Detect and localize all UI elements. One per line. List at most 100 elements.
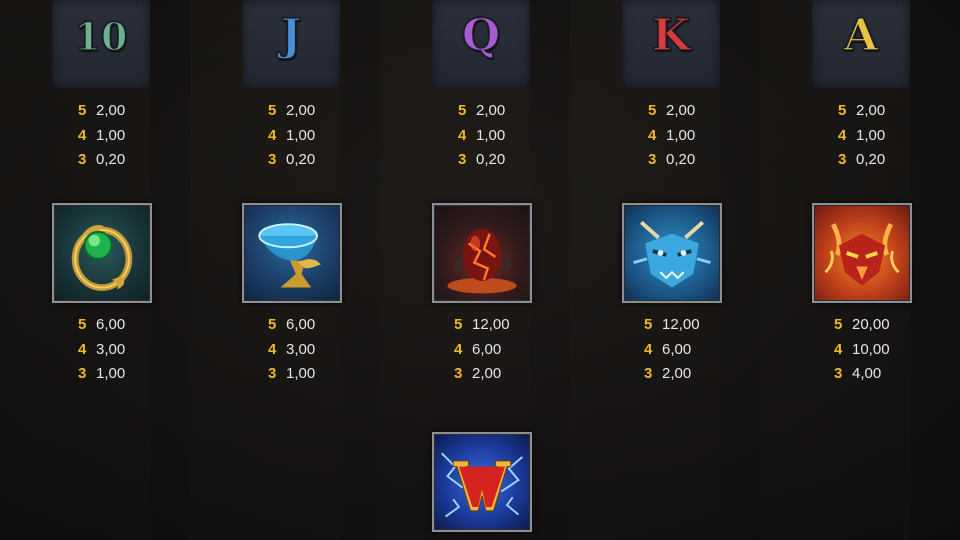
pay-row: 4 1,00 <box>648 124 768 149</box>
pay-row: 5 2,00 <box>648 99 768 124</box>
pay-value: 2,00 <box>476 102 506 119</box>
pay-value: 1,00 <box>286 126 316 144</box>
pay-value: 6,00 <box>472 340 502 358</box>
pay-value: 2,00 <box>96 102 126 119</box>
pay-row: 4 6,00 <box>454 338 574 363</box>
golden-chalice-icon <box>258 223 321 288</box>
pay-row: 3 1,00 <box>78 362 198 387</box>
pay-value: 6,00 <box>286 316 316 333</box>
pay-row: 4 1,00 <box>838 124 958 149</box>
pay-row: 3 2,00 <box>644 362 764 387</box>
paytable-ten: 5 2,00 4 1,00 3 0,20 <box>78 99 198 173</box>
green-gem-ring-icon <box>71 225 133 291</box>
pay-row: 3 0,20 <box>78 148 198 173</box>
pay-value: 0,20 <box>96 151 126 168</box>
pay-row: 3 0,20 <box>838 148 958 173</box>
pay-count: 5 <box>78 102 87 119</box>
pay-count: 4 <box>644 340 653 358</box>
pay-row: 3 0,20 <box>458 148 578 173</box>
pay-value: 4,00 <box>852 365 882 382</box>
pay-value: 1,00 <box>96 126 126 144</box>
pay-count: 3 <box>838 151 847 168</box>
pay-count: 4 <box>78 340 87 358</box>
queen-symbol-icon: Q <box>461 9 501 62</box>
pay-count: 4 <box>838 126 847 144</box>
pay-value: 2,00 <box>666 102 696 119</box>
pay-row: 5 12,00 <box>644 313 764 338</box>
pay-value: 1,00 <box>856 126 886 144</box>
lightning-icon <box>441 452 523 518</box>
pay-row: 3 0,20 <box>648 148 768 173</box>
paytable-jack: 5 2,00 4 1,00 3 0,20 <box>268 99 388 173</box>
pay-count: 4 <box>648 126 657 144</box>
pay-count: 5 <box>268 316 277 333</box>
pay-row: 4 6,00 <box>644 338 764 363</box>
pay-count: 5 <box>458 102 467 119</box>
symbol-card-wild: W <box>432 432 532 532</box>
pay-row: 5 6,00 <box>78 313 198 338</box>
pay-count: 5 <box>268 102 277 119</box>
symbol-card-jack: J <box>242 0 340 88</box>
symbol-card-king: K <box>622 0 720 88</box>
pay-row: 3 4,00 <box>834 362 954 387</box>
pay-value: 1,00 <box>96 365 126 382</box>
blue-dragon-icon <box>633 220 711 288</box>
pay-count: 3 <box>648 151 657 168</box>
paytable-chalice: 5 6,00 4 3,00 3 1,00 <box>268 313 388 387</box>
pay-count: 3 <box>454 365 463 382</box>
paytable-egg: 5 12,00 4 6,00 3 2,00 <box>454 313 574 387</box>
pay-count: 3 <box>458 151 467 168</box>
ace-symbol-icon: A <box>843 9 879 62</box>
pay-row: 4 1,00 <box>458 124 578 149</box>
pay-count: 4 <box>268 126 277 144</box>
symbol-card-queen: Q <box>432 0 530 88</box>
fire-dragon-icon <box>824 223 900 286</box>
pay-count: 3 <box>268 151 277 168</box>
pay-row: 3 2,00 <box>454 362 574 387</box>
pay-value: 3,00 <box>96 340 126 358</box>
pay-count: 3 <box>834 365 843 382</box>
pay-row: 3 1,00 <box>268 362 388 387</box>
pay-row: 5 20,00 <box>834 313 954 338</box>
pay-value: 2,00 <box>472 365 502 382</box>
pay-value: 1,00 <box>666 126 696 144</box>
paytable-ring: 5 6,00 4 3,00 3 1,00 <box>78 313 198 387</box>
pay-value: 0,20 <box>666 151 696 168</box>
pay-count: 4 <box>834 340 843 358</box>
pay-value: 12,00 <box>662 316 700 333</box>
paytable-fire-dragon: 5 20,00 4 10,00 3 4,00 <box>834 313 954 387</box>
pay-value: 1,00 <box>476 126 506 144</box>
pay-row: 5 12,00 <box>454 313 574 338</box>
pay-count: 5 <box>78 316 87 333</box>
pay-row: 5 2,00 <box>838 99 958 124</box>
paytable-ace: 5 2,00 4 1,00 3 0,20 <box>838 99 958 173</box>
pay-count: 3 <box>78 365 87 382</box>
paytable-queen: 5 2,00 4 1,00 3 0,20 <box>458 99 578 173</box>
pay-value: 0,20 <box>476 151 506 168</box>
symbol-card-ten: 10 <box>52 0 150 88</box>
pay-count: 5 <box>648 102 657 119</box>
pay-row: 4 1,00 <box>268 124 388 149</box>
pay-count: 5 <box>838 102 847 119</box>
pay-count: 5 <box>834 316 843 333</box>
pay-count: 4 <box>78 126 87 144</box>
pay-value: 12,00 <box>472 316 510 333</box>
pay-value: 2,00 <box>856 102 886 119</box>
pay-row: 5 2,00 <box>268 99 388 124</box>
pay-count: 3 <box>78 151 87 168</box>
pay-row: 4 3,00 <box>78 338 198 363</box>
jack-symbol-icon: J <box>280 9 302 62</box>
pay-count: 5 <box>644 316 653 333</box>
king-symbol-icon: K <box>651 9 691 62</box>
pay-count: 3 <box>644 365 653 382</box>
symbol-card-egg <box>432 203 532 303</box>
symbol-card-blue-dragon <box>622 203 722 303</box>
paytable-blue-dragon: 5 12,00 4 6,00 3 2,00 <box>644 313 764 387</box>
pay-value: 6,00 <box>96 316 126 333</box>
ten-symbol-icon: 10 <box>74 13 128 60</box>
pay-row: 4 10,00 <box>834 338 954 363</box>
pay-value: 6,00 <box>662 340 692 358</box>
symbol-card-fire-dragon <box>812 203 912 303</box>
pay-row: 5 2,00 <box>458 99 578 124</box>
pay-value: 20,00 <box>852 316 890 333</box>
